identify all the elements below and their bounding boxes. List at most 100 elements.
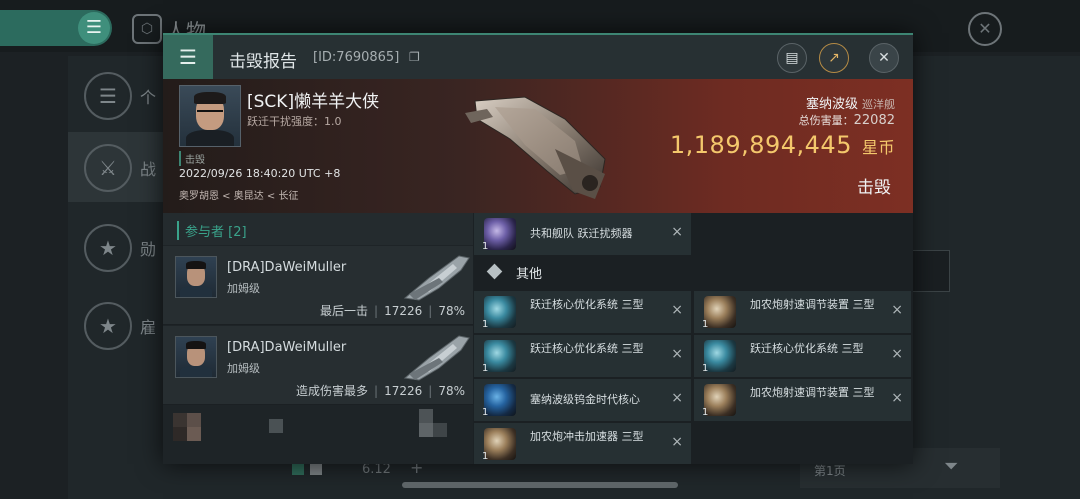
list-icon[interactable]: ☰ (163, 35, 213, 79)
participant-percent: 78% (438, 384, 465, 398)
participant-role: 最后一击 (320, 304, 369, 318)
item-qty: 1 (482, 407, 489, 418)
participant-damage: 17226 (384, 384, 423, 398)
participant-role: 造成伤害最多 (296, 384, 369, 398)
avatar (175, 336, 217, 378)
item-qty: 1 (482, 241, 489, 252)
participants-header-text: 参与者 [2] (177, 221, 247, 240)
report-id: [ID:7690865] (313, 50, 400, 65)
crossed-swords-icon: ⚔ (84, 144, 132, 192)
background-menu-button[interactable]: ☰ (0, 10, 112, 46)
participant-name: [DRA]DaWeiMuller (227, 340, 347, 355)
share-icon[interactable]: ↗ (819, 43, 849, 73)
page-label: 第1页 (814, 464, 846, 478)
total-damage-label: 总伤害量： (798, 114, 854, 127)
sidebar-item-label: 雇 (140, 318, 157, 337)
victim-name[interactable]: [SCK]懒羊羊大侠 (247, 87, 379, 112)
warp-core-icon (484, 296, 516, 328)
participant-ship-image (403, 335, 470, 381)
list-icon: ☰ (78, 12, 110, 44)
item-row[interactable]: 1 加农炮射速调节装置 三型 × (694, 291, 911, 333)
victim-ship-image[interactable] (455, 79, 625, 213)
item-qty: 1 (702, 363, 709, 374)
character-icon: ⬡ (132, 14, 162, 44)
victim-ship-name[interactable]: 塞纳波级 巡洋舰 (806, 93, 895, 112)
item-name: 塞纳波级钨金时代核心 (530, 393, 640, 406)
item-name: 加农炮射速调节装置 三型 (750, 386, 875, 399)
isk-unit: 星币 (861, 138, 895, 157)
sidebar-item-1[interactable]: ☰ 个 (68, 60, 164, 130)
isk-amount: 1,189,894,445 (669, 131, 852, 159)
participant-ship: 加姆级 (227, 282, 260, 295)
item-qty: 1 (702, 407, 709, 418)
clipboard-icon[interactable]: ▤ (777, 43, 807, 73)
avatar (175, 256, 217, 298)
item-row[interactable]: 1 跃迁核心优化系统 三型 × (474, 335, 691, 377)
kill-location[interactable]: 奥罗胡恩 < 奥昆达 < 长征 (179, 187, 298, 202)
dialog-header: ☰ 击毁报告 [ID:7690865] ❐ ▤ ↗ ✕ (163, 33, 913, 81)
ship-class-text: 巡洋舰 (862, 98, 895, 111)
home-indicator[interactable] (402, 482, 678, 488)
section-header-other: 其他 (474, 255, 913, 289)
ship-name-text: 塞纳波级 (805, 97, 858, 112)
item-row[interactable]: 1 跃迁核心优化系统 三型 × (474, 291, 691, 333)
sidebar-item-label: 勋 (140, 240, 157, 259)
sidebar-item-4[interactable]: ★ 雇 (68, 290, 164, 360)
victim-banner: [SCK]懒羊羊大侠 跃迁干扰强度：1.0 击毁 2022/09/26 18:4… (163, 79, 913, 213)
close-icon[interactable]: × (671, 302, 683, 318)
close-icon[interactable]: × (671, 390, 683, 406)
item-row[interactable]: 1 加农炮冲击加速器 三型 × (474, 423, 691, 464)
kill-status: 击毁 (857, 178, 891, 198)
participant-stats: 最后一击 | 17226 | 78% (320, 304, 465, 318)
dropped-items-panel: 1 共和舰队 跃迁扰频器 × 其他 1 跃迁核心优化系统 三型 × 1 加农炮射… (474, 213, 913, 464)
participants-panel: 参与者 [2] [DRA]DaWeiMuller 加姆级 最后一击 | 17226 |… (163, 213, 473, 464)
item-name: 跃迁核心优化系统 三型 (750, 342, 864, 355)
item-row[interactable]: 1 加农炮射速调节装置 三型 × (694, 379, 911, 421)
participant-percent: 78% (438, 304, 465, 318)
sidebar-item-2[interactable]: ⚔ 战 (68, 132, 164, 202)
item-qty: 1 (702, 319, 709, 330)
participants-header: 参与者 [2] (163, 213, 473, 245)
participant-row[interactable]: [DRA]DaWeiMuller 加姆级 最后一击 | 17226 | 78% (163, 246, 473, 325)
gun-rig-icon (484, 428, 516, 460)
kill-report-dialog: ☰ 击毁报告 [ID:7690865] ❐ ▤ ↗ ✕ [SCK]懒羊羊大侠 跃… (163, 33, 913, 464)
kill-time: 2022/09/26 18:40:20 UTC +8 (179, 167, 341, 180)
sidebar-item-label: 战 (140, 160, 157, 179)
total-damage: 总伤害量：22082 (799, 112, 895, 128)
warp-core-icon (484, 340, 516, 372)
warp-core-icon (704, 340, 736, 372)
filter-icon[interactable]: ⏷ (944, 456, 958, 477)
sidebar-item-3[interactable]: ★ 勋 (68, 212, 164, 282)
close-icon[interactable]: × (671, 224, 683, 240)
background-number: 6.12 (362, 462, 391, 477)
close-icon[interactable]: × (891, 302, 903, 318)
gun-rig-icon (704, 384, 736, 416)
item-name: 加农炮冲击加速器 三型 (530, 430, 644, 443)
copy-icon[interactable]: ❐ (409, 50, 420, 64)
sidebar-item-label: 个 (140, 88, 157, 107)
star-badge-icon: ★ (84, 224, 132, 272)
background-close-icon[interactable]: ✕ (968, 12, 1002, 46)
star-badge-icon: ★ (84, 302, 132, 350)
total-damage-value: 22082 (853, 113, 895, 128)
close-icon[interactable]: × (891, 390, 903, 406)
ship-core-icon (484, 384, 516, 416)
scrambler-icon (484, 218, 516, 250)
item-name: 共和舰队 跃迁扰频器 (530, 227, 633, 240)
item-qty: 1 (482, 363, 489, 374)
item-row[interactable]: 1 跃迁核心优化系统 三型 × (694, 335, 911, 377)
close-icon[interactable]: × (671, 434, 683, 450)
close-icon[interactable]: × (671, 346, 683, 362)
item-row[interactable]: 1 共和舰队 跃迁扰频器 × (474, 213, 691, 255)
victim-avatar[interactable] (179, 85, 241, 147)
close-icon[interactable]: ✕ (869, 43, 899, 73)
participant-ship: 加姆级 (227, 362, 260, 375)
list-icon: ☰ (84, 72, 132, 120)
participant-damage: 17226 (384, 304, 423, 318)
participant-row[interactable]: [DRA]DaWeiMuller 加姆级 造成伤害最多 | 17226 | 78% (163, 326, 473, 405)
item-row[interactable]: 1 塞纳波级钨金时代核心 × (474, 379, 691, 421)
background-input[interactable] (912, 250, 950, 292)
dialog-title: 击毁报告 (229, 52, 297, 72)
close-icon[interactable]: × (891, 346, 903, 362)
gun-rig-icon (704, 296, 736, 328)
